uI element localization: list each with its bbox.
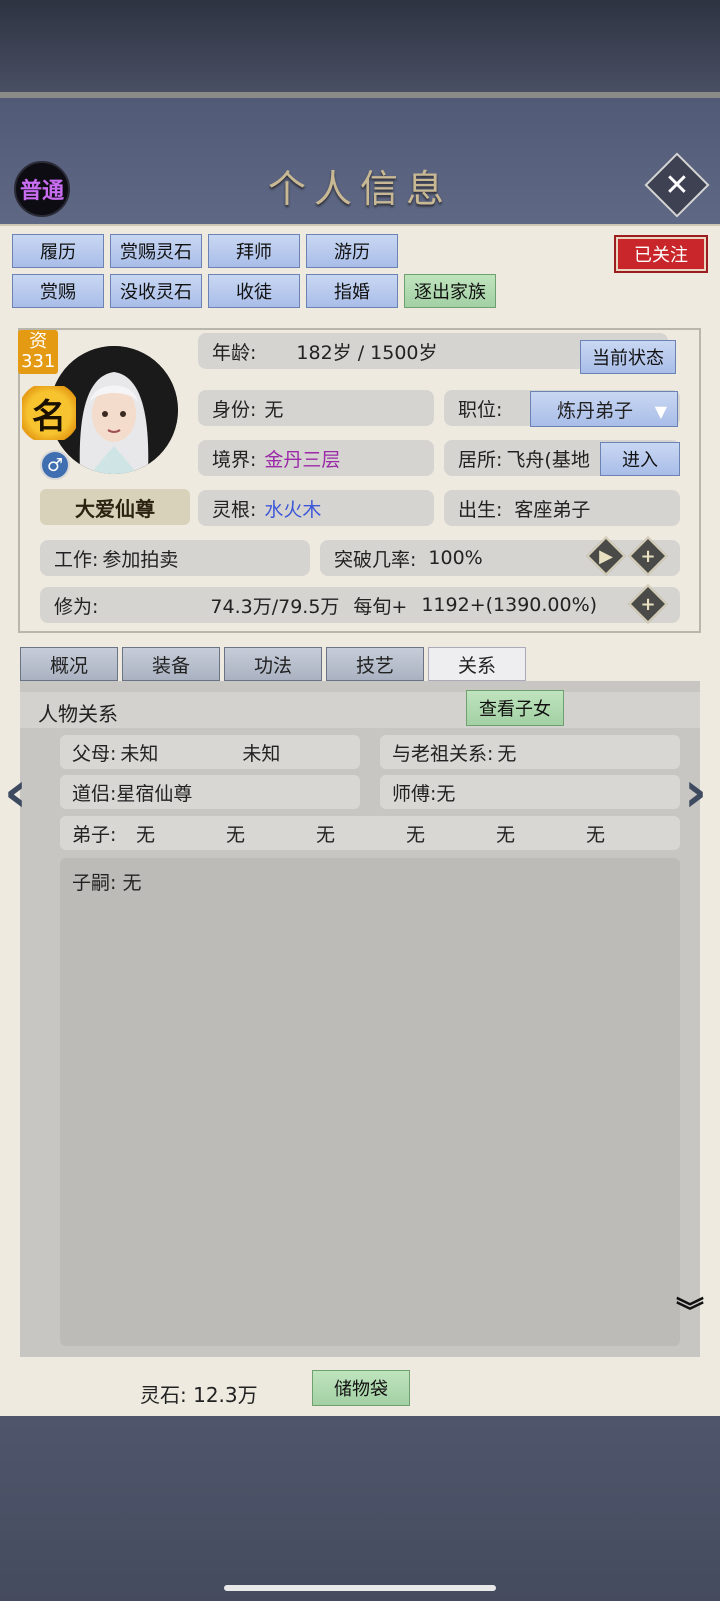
character-name: 大爱仙尊	[40, 489, 190, 525]
cultivation-label: 修为:	[54, 595, 99, 618]
position-value: 炼丹弟子	[557, 399, 634, 422]
disciple-2[interactable]: 无	[226, 820, 316, 847]
identity-label: 身份:	[212, 398, 257, 421]
relations-header	[20, 692, 700, 728]
disciple-3[interactable]: 无	[316, 820, 406, 847]
identity-row: 身份: 无	[198, 390, 434, 426]
heirs-label: 子嗣:	[72, 872, 117, 894]
spirit-root-row: 灵根: 水火木	[198, 490, 434, 526]
heirs-box: 子嗣: 无	[60, 858, 680, 1346]
disciples-label: 弟子:	[72, 823, 117, 846]
spirit-stone-display: 灵石: 12.3万	[140, 1379, 258, 1408]
aptitude-badge: 资 331	[18, 330, 59, 374]
work-value: 参加拍卖	[102, 548, 179, 571]
tab-skills[interactable]: 技艺	[326, 647, 424, 681]
disciple-5[interactable]: 无	[496, 820, 586, 847]
realm-label: 境界:	[212, 448, 257, 471]
double-chevron-down-icon[interactable]: ︾	[676, 1298, 704, 1326]
ancestor-value: 无	[497, 742, 517, 765]
per-turn-value: 1192+(1390.00%)	[421, 594, 598, 616]
residence-value: 飞舟(基地	[506, 448, 590, 471]
position-label: 职位:	[458, 398, 503, 421]
disciples-row: 弟子: 无 无 无 无 无 无	[60, 816, 680, 850]
breakthrough-row: 突破几率: 100%	[320, 540, 680, 576]
male-icon: ♂	[40, 450, 70, 480]
play-icon: ▶	[599, 545, 613, 567]
spirit-root-label: 灵根:	[212, 498, 257, 521]
tab-overview[interactable]: 概况	[20, 647, 118, 681]
tab-equipment[interactable]: 装备	[122, 647, 220, 681]
birth-label: 出生:	[458, 498, 503, 521]
position-dropdown[interactable]: 炼丹弟子 ▼	[530, 391, 678, 427]
aptitude-label: 资	[29, 331, 48, 352]
view-children-button[interactable]: 查看子女	[466, 690, 564, 726]
parent-2: 未知	[242, 742, 281, 765]
partner-row: 道侣: 星宿仙尊	[60, 775, 360, 809]
partner-value: 星宿仙尊	[116, 782, 193, 805]
plus-icon: +	[640, 593, 656, 615]
cultivation-row: 修为: 74.3万/79.5万 每旬+ 1192+(1390.00%)	[40, 587, 680, 623]
ancestor-row: 与老祖关系: 无	[380, 735, 680, 769]
enter-button[interactable]: 进入	[600, 442, 680, 476]
travel-button[interactable]: 游历	[306, 234, 398, 268]
prev-arrow-icon[interactable]: ‹	[4, 760, 27, 825]
partner-label: 道侣:	[72, 782, 117, 805]
tab-relations[interactable]: 关系	[428, 647, 526, 681]
plus-icon: +	[640, 545, 656, 567]
identity-value: 无	[264, 398, 284, 421]
residence-label: 居所:	[458, 448, 503, 471]
cultivation-value: 74.3万/79.5万	[210, 595, 340, 618]
relations-title: 人物关系	[38, 702, 118, 726]
realm-row: 境界: 金丹三层	[198, 440, 434, 476]
spirit-stone-value: 12.3万	[193, 1383, 258, 1407]
birth-value: 客座弟子	[514, 498, 591, 521]
age-value: 182岁 / 1500岁	[296, 341, 438, 364]
master-label: 师傅:	[392, 782, 437, 805]
realm-value: 金丹三层	[264, 448, 341, 471]
bottom-bar	[0, 1416, 720, 1601]
per-turn-label: 每旬+	[353, 595, 408, 618]
apprentice-button[interactable]: 拜师	[208, 234, 300, 268]
home-indicator[interactable]	[224, 1585, 496, 1591]
resume-button[interactable]: 履历	[12, 234, 104, 268]
work-label: 工作:	[54, 548, 99, 571]
tab-techniques[interactable]: 功法	[224, 647, 322, 681]
breakthrough-label: 突破几率:	[334, 548, 417, 571]
page-title: 个人信息	[267, 167, 452, 211]
work-row: 工作: 参加拍卖	[40, 540, 310, 576]
master-value: 无	[436, 782, 456, 805]
age-label: 年龄:	[212, 341, 257, 364]
breakthrough-value: 100%	[428, 547, 483, 569]
arrange-marriage-button[interactable]: 指婚	[306, 274, 398, 308]
reward-stones-button[interactable]: 赏赐灵石	[110, 234, 202, 268]
ancestor-label: 与老祖关系:	[392, 742, 494, 765]
disciple-4[interactable]: 无	[406, 820, 496, 847]
disciple-6[interactable]: 无	[586, 820, 676, 847]
master-row: 师傅: 无	[380, 775, 680, 809]
chevron-down-icon: ▼	[654, 402, 667, 421]
expel-button[interactable]: 逐出家族	[404, 274, 496, 308]
disciple-1[interactable]: 无	[136, 820, 226, 847]
followed-badge[interactable]: 已关注	[616, 237, 706, 271]
current-status-button[interactable]: 当前状态	[580, 340, 676, 374]
parent-1: 未知	[120, 742, 159, 765]
storage-bag-button[interactable]: 储物袋	[312, 1370, 410, 1406]
spirit-stone-label: 灵石:	[140, 1383, 187, 1407]
aptitude-value: 331	[21, 351, 56, 372]
reward-button[interactable]: 赏赐	[12, 274, 104, 308]
close-icon: ✕	[664, 167, 690, 203]
spirit-root-value: 水火木	[264, 498, 322, 521]
confiscate-stones-button[interactable]: 没收灵石	[110, 274, 202, 308]
birth-row: 出生: 客座弟子	[444, 490, 680, 526]
parents-row: 父母: 未知 未知	[60, 735, 360, 769]
parents-label: 父母:	[72, 742, 117, 765]
take-disciple-button[interactable]: 收徒	[208, 274, 300, 308]
heirs-value: 无	[122, 872, 142, 894]
next-arrow-icon[interactable]: ›	[684, 760, 707, 825]
top-bar	[0, 0, 720, 95]
fame-badge: 名	[22, 386, 76, 440]
